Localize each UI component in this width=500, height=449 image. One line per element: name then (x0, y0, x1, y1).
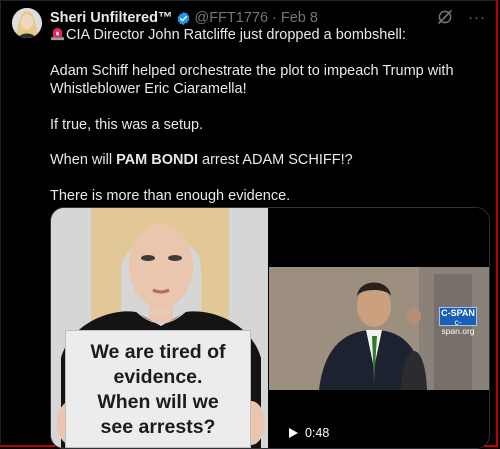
necklace-text: Trump (149, 307, 170, 316)
author-handle[interactable]: @FFT1776 (194, 10, 268, 26)
text-line-2: Adam Schiff helped orchestrate the plot … (50, 62, 480, 99)
grok-icon[interactable] (436, 8, 454, 26)
text-line-1: CIA Director John Ratcliffe just dropped… (50, 26, 480, 45)
siren-emoji-icon (50, 27, 65, 41)
cspan-logo: C-SPAN c-span.org (439, 307, 477, 336)
photo-woman-with-sign[interactable]: Trump We are tired of evidence. When wil… (51, 208, 268, 448)
verified-badge-icon (178, 11, 190, 25)
text-line-2b: Whistleblower Eric Ciaramella! (50, 81, 247, 97)
avatar[interactable] (12, 8, 42, 38)
protest-sign: We are tired of evidence. When will we s… (65, 330, 251, 448)
sign-line-2: evidence. (113, 366, 203, 388)
sign-line-3: When will we (97, 391, 219, 413)
header-actions: ··· (436, 8, 486, 26)
separator-dot: · (272, 10, 277, 26)
media-container: Trump We are tired of evidence. When wil… (50, 207, 490, 449)
more-icon[interactable]: ··· (468, 9, 486, 26)
play-icon[interactable] (287, 427, 299, 439)
video-controls: 0:48 (287, 426, 329, 440)
post-date[interactable]: Feb 8 (281, 10, 318, 26)
text-line-5: There is more than enough evidence. (50, 187, 291, 204)
author-name[interactable]: Sheri Unfiltered™ (50, 10, 172, 26)
sign-line-4: see arrests? (100, 416, 216, 438)
text-line-4: When will PAM BONDI arrest ADAM SCHIFF!? (50, 151, 480, 170)
text-line-3: If true, this was a setup. (50, 116, 204, 133)
text-line-4-bold: PAM BONDI (116, 152, 198, 168)
post-text: CIA Director John Ratcliffe just dropped… (50, 26, 480, 205)
sign-line-1: We are tired of (90, 341, 226, 363)
text-line-4-pre: When will (50, 152, 117, 168)
text-line-4-post: arrest ADAM SCHIFF!? (197, 152, 353, 168)
post-header: Sheri Unfiltered™ @FFT1776 · Feb 8 ··· (50, 8, 492, 28)
text-line-1-content: CIA Director John Ratcliffe just dropped… (66, 27, 406, 43)
video-player[interactable]: C-SPAN c-span.org 0:48 (269, 208, 489, 448)
text-line-2a: Adam Schiff helped orchestrate the plot … (50, 62, 454, 79)
video-duration: 0:48 (305, 426, 330, 440)
cspan-sub-text: c-span.org (441, 317, 475, 336)
avatar-portrait (12, 8, 42, 38)
